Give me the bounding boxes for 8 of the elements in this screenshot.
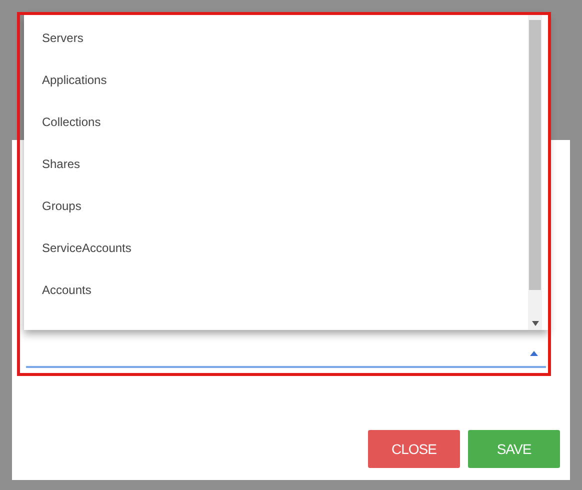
- menu-option[interactable]: Shares: [42, 154, 80, 175]
- menu-option[interactable]: Accounts: [42, 280, 92, 301]
- close-button[interactable]: CLOSE: [368, 430, 460, 468]
- menu-option[interactable]: Servers: [42, 28, 84, 49]
- menu-option[interactable]: Applications: [42, 70, 107, 91]
- menu-option[interactable]: ServiceAccounts: [42, 238, 132, 259]
- menu-option[interactable]: Groups: [42, 196, 82, 217]
- menu-option[interactable]: Collections: [42, 112, 101, 133]
